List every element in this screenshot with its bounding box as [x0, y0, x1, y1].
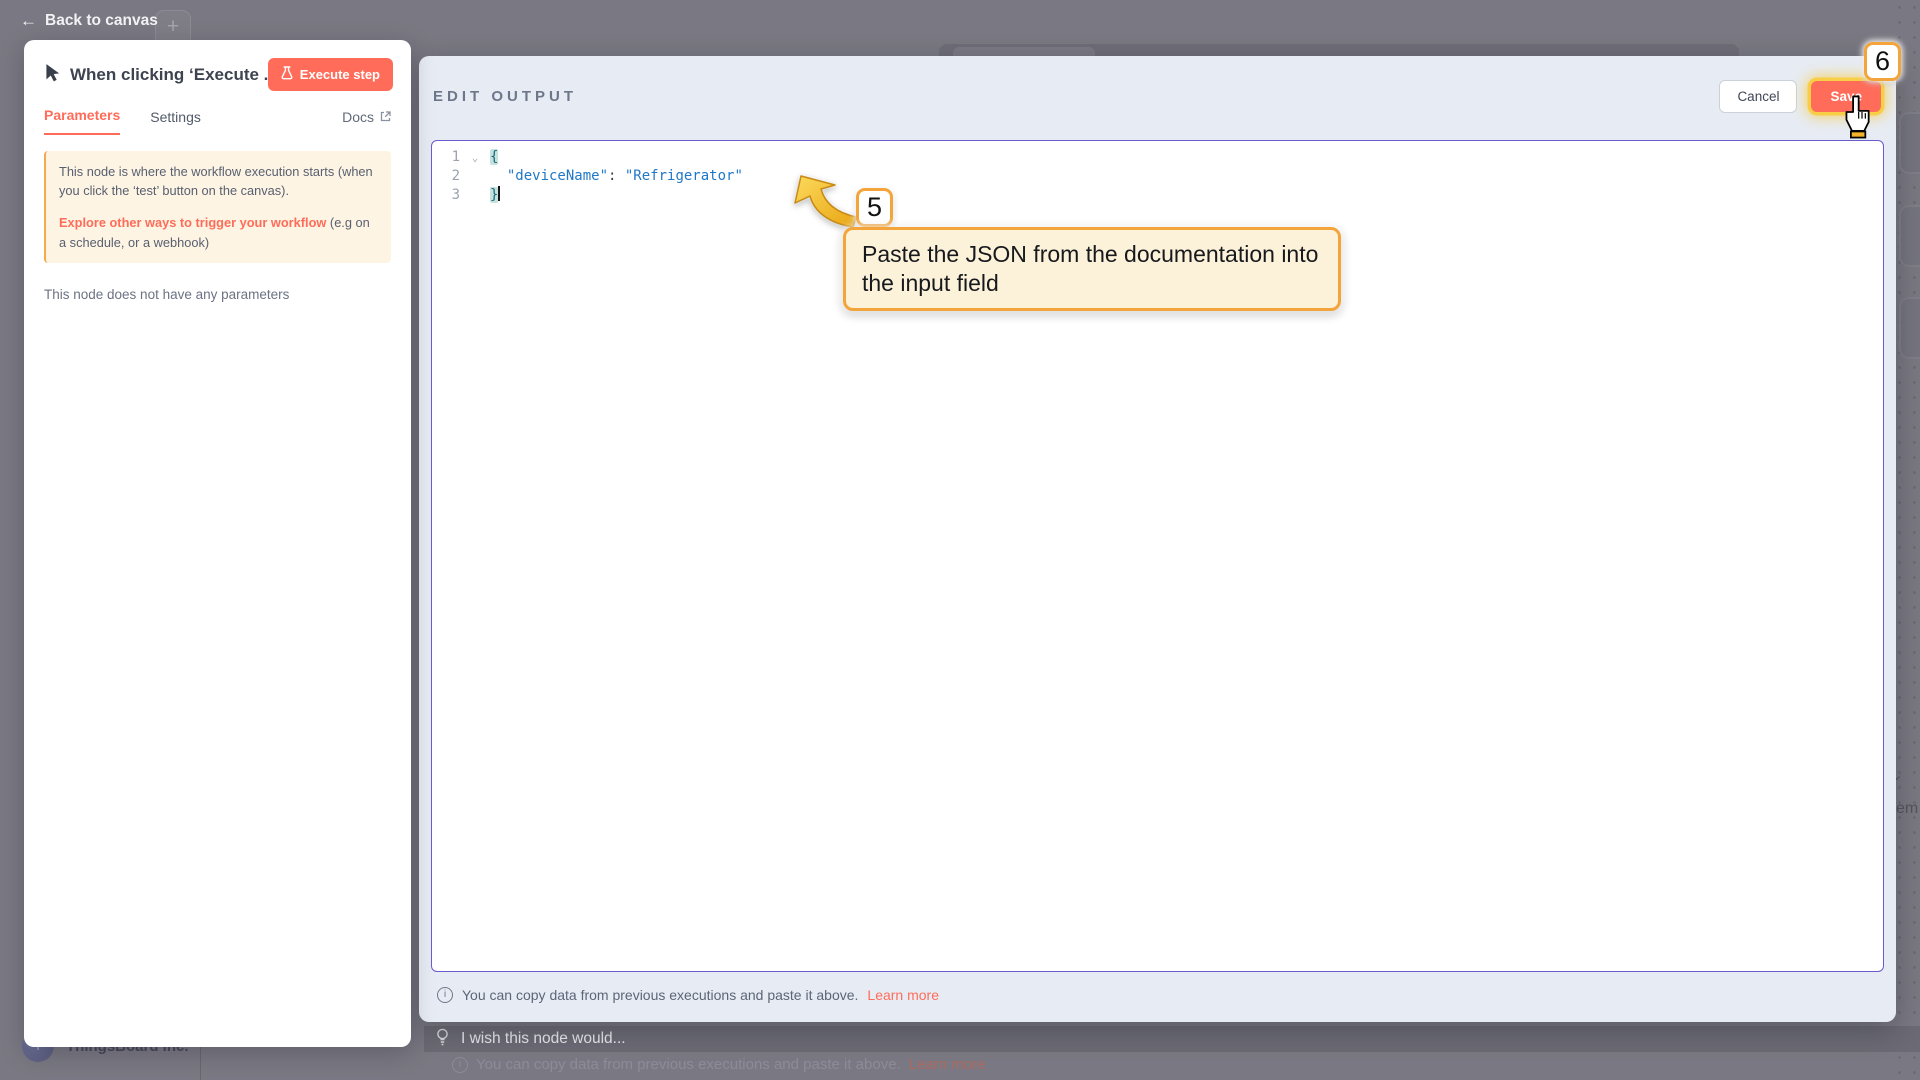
background-node-card	[1899, 112, 1920, 174]
dimmed-copy-data-hint: i You can copy data from previous execut…	[452, 1056, 985, 1073]
copy-data-hint: i You can copy data from previous execut…	[437, 987, 1896, 1003]
explore-triggers-link[interactable]: Explore other ways to trigger your workf…	[59, 215, 326, 230]
execute-step-label: Execute step	[300, 67, 380, 82]
node-panel-tabs: Parameters Settings Docs	[24, 107, 411, 135]
background-item-count-fragment: em	[1896, 800, 1918, 818]
notice-line-1: This node is where the workflow executio…	[59, 162, 378, 200]
fold-chevron-icon[interactable]: ⌄	[460, 148, 490, 167]
dimmed-learn-more-link: Learn more	[909, 1056, 986, 1073]
node-feedback-bar[interactable]: I wish this node would...	[424, 1026, 1920, 1052]
open-brace-token: {	[490, 149, 498, 165]
lightbulb-icon	[436, 1028, 449, 1051]
feedback-input-placeholder[interactable]: I wish this node would...	[461, 1030, 626, 1048]
node-title[interactable]: When clicking ‘Execute ...	[70, 65, 268, 85]
json-value-token: "Refrigerator"	[625, 168, 743, 184]
step6-number-badge: 6	[1864, 42, 1901, 81]
colon-token: :	[608, 168, 625, 184]
execute-step-button[interactable]: Execute step	[268, 58, 393, 91]
background-node-card	[1899, 297, 1920, 359]
learn-more-link[interactable]: Learn more	[867, 987, 939, 1003]
back-to-canvas-link[interactable]: ← Back to canvas	[20, 11, 158, 31]
step5-tooltip: Paste the JSON from the documentation in…	[843, 227, 1341, 311]
fold-spacer	[460, 186, 490, 205]
close-brace-token: }	[490, 187, 498, 203]
editor-line: 2 "deviceName": "Refrigerator"	[432, 167, 1883, 186]
line-number: 2	[432, 167, 460, 186]
node-panel-header: When clicking ‘Execute ... Execute step	[24, 40, 411, 91]
info-icon: i	[437, 987, 453, 1003]
trigger-notice-callout: This node is where the workflow executio…	[44, 151, 391, 263]
cancel-button[interactable]: Cancel	[1719, 80, 1797, 113]
flask-icon	[281, 66, 293, 83]
no-parameters-text: This node does not have any parameters	[44, 287, 391, 302]
tab-settings[interactable]: Settings	[150, 109, 201, 135]
hint-text: You can copy data from previous executio…	[462, 987, 858, 1003]
tab-parameters[interactable]: Parameters	[44, 107, 120, 135]
node-details-panel: When clicking ‘Execute ... Execute step …	[24, 40, 411, 1047]
line-number: 3	[432, 186, 460, 205]
step5-number-badge: 5	[856, 188, 893, 227]
editor-line: 3 }	[432, 186, 1883, 205]
docs-label: Docs	[342, 109, 374, 125]
editor-line: 1 ⌄ {	[432, 148, 1883, 167]
edit-output-title: EDIT OUTPUT	[433, 88, 1719, 105]
hand-cursor-icon	[1842, 94, 1872, 140]
back-arrow-icon: ←	[20, 11, 37, 31]
json-key-token: "deviceName"	[507, 168, 608, 184]
edit-output-header: EDIT OUTPUT Cancel Save	[419, 56, 1896, 113]
tab-docs[interactable]: Docs	[342, 109, 391, 135]
manual-trigger-cursor-icon	[44, 63, 60, 87]
edit-output-modal: EDIT OUTPUT Cancel Save 1 ⌄ { 2 "deviceN…	[419, 56, 1896, 1022]
external-link-icon	[380, 109, 391, 125]
background-node-card	[1899, 205, 1920, 267]
indent-token	[490, 168, 507, 184]
text-cursor	[498, 186, 500, 201]
back-to-canvas-label: Back to canvas	[45, 12, 158, 30]
dimmed-hint-text: You can copy data from previous executio…	[476, 1056, 901, 1073]
line-number: 1	[432, 148, 460, 167]
fold-spacer	[460, 167, 490, 186]
info-icon: i	[452, 1057, 468, 1073]
